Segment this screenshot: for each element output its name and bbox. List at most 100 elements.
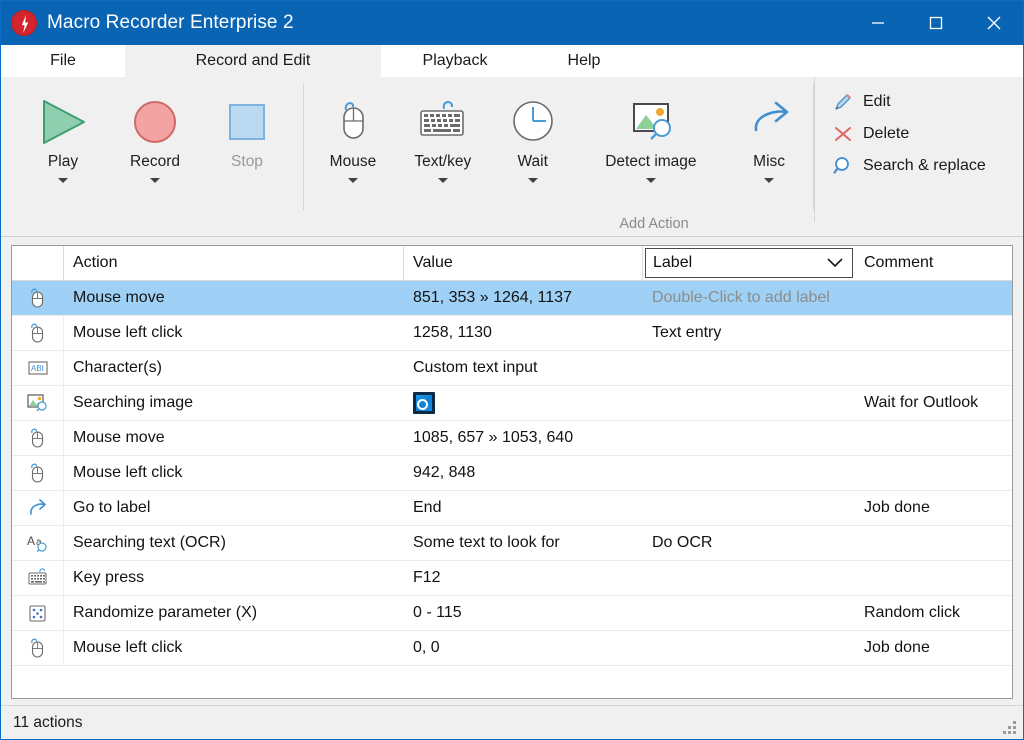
record-dropdown-caret[interactable] — [150, 178, 160, 183]
tab-strip-filler — [639, 45, 1023, 77]
outlook-thumbnail-icon — [413, 392, 435, 414]
record-button[interactable]: Record — [109, 85, 201, 183]
row-comment — [855, 421, 1012, 455]
window-title: Macro Recorder Enterprise 2 — [47, 12, 294, 34]
row-label[interactable] — [643, 561, 855, 595]
status-bar: 11 actions — [1, 705, 1023, 739]
row-action: Mouse left click — [64, 631, 404, 665]
row-action: Character(s) — [64, 351, 404, 385]
wait-dropdown-caret[interactable] — [528, 178, 538, 183]
row-label[interactable] — [643, 421, 855, 455]
mouse-icon — [27, 321, 49, 345]
play-button-label: Play — [48, 153, 78, 171]
label-combobox-value: Label — [653, 254, 692, 272]
action-count-label: 11 actions — [13, 714, 83, 732]
row-icon-cell — [12, 561, 64, 595]
misc-button-label: Misc — [753, 153, 785, 171]
row-label[interactable] — [643, 596, 855, 630]
ribbon-group-add-action: Mouse Text/key — [304, 77, 814, 236]
delete-button-label: Delete — [863, 125, 909, 143]
mouse-dropdown-caret[interactable] — [348, 178, 358, 183]
row-action: Go to label — [64, 491, 404, 525]
grid-header-gutter — [12, 246, 64, 280]
row-comment: Wait for Outlook — [855, 386, 1012, 420]
label-combobox[interactable]: Label — [645, 248, 853, 278]
detect-image-dropdown-caret[interactable] — [646, 178, 656, 183]
tab-file[interactable]: File — [1, 45, 125, 77]
row-label[interactable] — [643, 631, 855, 665]
row-comment — [855, 561, 1012, 595]
misc-button[interactable]: Misc — [724, 85, 814, 183]
row-label[interactable] — [643, 456, 855, 490]
wait-button[interactable]: Wait — [488, 85, 578, 183]
pencil-icon — [832, 91, 854, 113]
mouse-button[interactable]: Mouse — [308, 85, 398, 183]
resize-grip-icon[interactable] — [1000, 718, 1016, 734]
table-row[interactable]: Mouse left click 942, 848 — [12, 456, 1012, 491]
row-label[interactable] — [643, 386, 855, 420]
keyboard-icon — [412, 93, 474, 151]
row-action: Mouse move — [64, 281, 404, 315]
table-row[interactable]: Mouse left click 0, 0 Job done — [12, 631, 1012, 666]
row-comment — [855, 281, 1012, 315]
ribbon-group-add-action-title: Add Action — [504, 216, 804, 232]
play-dropdown-caret[interactable] — [58, 178, 68, 183]
table-row[interactable]: Go to label End Job done — [12, 491, 1012, 526]
ribbon-tab-strip: File Record and Edit Playback Help — [1, 45, 1023, 77]
ribbon-group-edit: Edit Delete Search & rep — [814, 77, 986, 236]
text-key-dropdown-caret[interactable] — [438, 178, 448, 183]
search-replace-button-label: Search & replace — [863, 157, 986, 175]
row-label[interactable]: Do OCR — [643, 526, 855, 560]
grid-header-comment-label: Comment — [864, 254, 933, 272]
row-label[interactable] — [643, 351, 855, 385]
application-window: Macro Recorder Enterprise 2 File Record … — [0, 0, 1024, 740]
table-row[interactable]: Key press F12 — [12, 561, 1012, 596]
row-icon-cell: Aa — [12, 526, 64, 560]
play-button[interactable]: Play — [17, 85, 109, 183]
tab-help[interactable]: Help — [529, 45, 639, 77]
table-row[interactable]: ABI Character(s) Custom text input — [12, 351, 1012, 386]
row-label[interactable]: Double-Click to add label — [643, 281, 855, 315]
row-label[interactable] — [643, 491, 855, 525]
table-row[interactable]: Mouse move 851, 353 » 1264, 1137 Double-… — [12, 281, 1012, 316]
svg-text:A: A — [27, 534, 35, 548]
stop-button-label: Stop — [231, 153, 263, 171]
edit-button[interactable]: Edit — [832, 91, 986, 113]
text-key-button[interactable]: Text/key — [398, 85, 488, 183]
row-icon-cell: ABI — [12, 351, 64, 385]
close-button[interactable] — [965, 1, 1023, 45]
minimize-button[interactable] — [849, 1, 907, 45]
maximize-button[interactable] — [907, 1, 965, 45]
detect-image-button[interactable]: Detect image — [578, 85, 725, 183]
red-x-icon — [832, 123, 854, 145]
row-action: Mouse move — [64, 421, 404, 455]
grid-header-comment[interactable]: Comment — [855, 246, 1012, 280]
grid-header-label[interactable]: Label — [643, 246, 855, 280]
search-replace-button[interactable]: Search & replace — [832, 155, 986, 177]
row-value: Custom text input — [404, 351, 643, 385]
ribbon-group-playback: Play Record Stop — [1, 77, 304, 236]
wait-button-label: Wait — [517, 153, 547, 171]
table-row[interactable]: Mouse move 1085, 657 » 1053, 640 — [12, 421, 1012, 456]
table-row[interactable]: Aa Searching text (OCR) Some text to loo… — [12, 526, 1012, 561]
stop-button[interactable]: Stop — [201, 85, 293, 171]
mouse-icon — [27, 286, 49, 310]
delete-button[interactable]: Delete — [832, 123, 986, 145]
row-comment: Job done — [855, 631, 1012, 665]
tab-record-and-edit[interactable]: Record and Edit — [125, 45, 381, 77]
grid-header-value-label: Value — [413, 254, 453, 272]
mouse-icon — [324, 93, 382, 151]
row-action: Key press — [64, 561, 404, 595]
row-value: 942, 848 — [404, 456, 643, 490]
grid-header-action[interactable]: Action — [64, 246, 404, 280]
title-bar: Macro Recorder Enterprise 2 — [1, 1, 1023, 45]
table-row[interactable]: Mouse left click 1258, 1130 Text entry — [12, 316, 1012, 351]
row-label[interactable]: Text entry — [643, 316, 855, 350]
grid-header-value[interactable]: Value — [404, 246, 643, 280]
tab-playback[interactable]: Playback — [381, 45, 529, 77]
text-key-button-label: Text/key — [414, 153, 471, 171]
dice-icon — [27, 602, 49, 624]
table-row[interactable]: Randomize parameter (X) 0 - 115 Random c… — [12, 596, 1012, 631]
misc-dropdown-caret[interactable] — [764, 178, 774, 183]
table-row[interactable]: Searching image Wait for Outlook — [12, 386, 1012, 421]
